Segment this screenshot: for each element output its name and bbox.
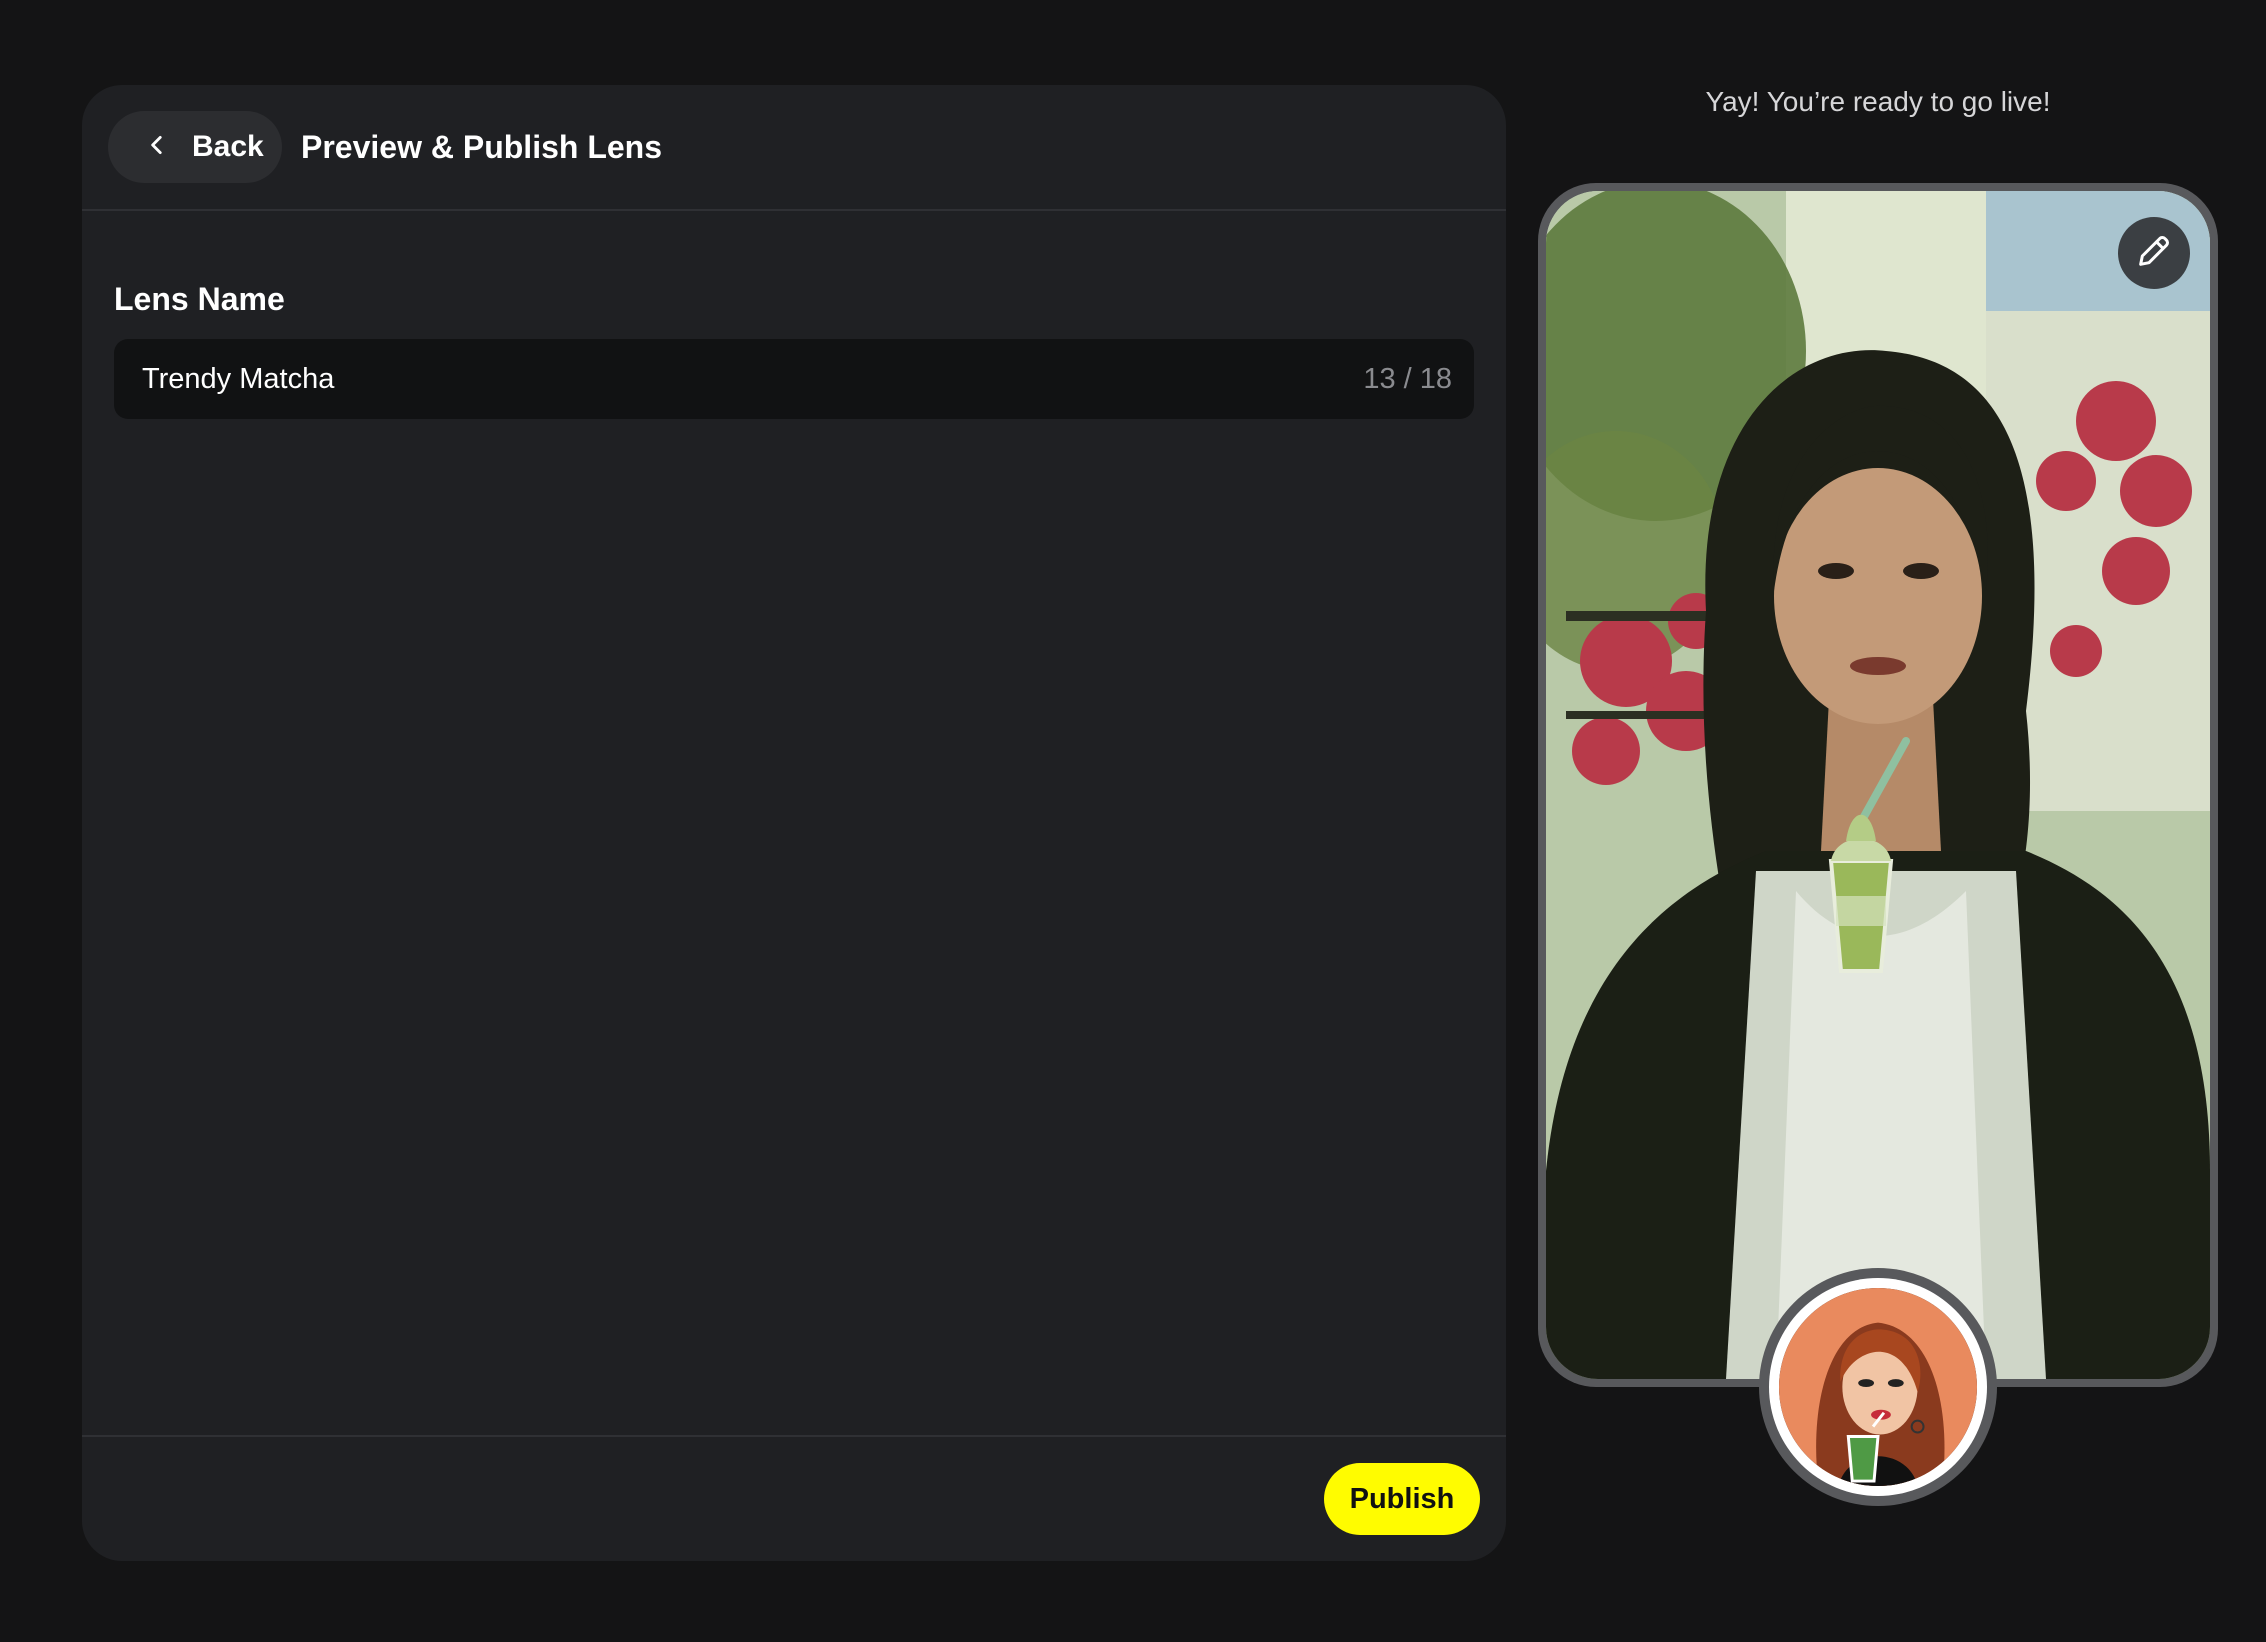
char-counter: 13 / 18: [1363, 362, 1452, 395]
back-button-label: Back: [192, 130, 264, 163]
preview-photo: [1546, 191, 2210, 1379]
lens-preview-frame: [1538, 183, 2218, 1387]
publish-panel: Back Preview & Publish Lens Lens Name 13…: [82, 85, 1506, 1561]
edit-preview-button[interactable]: [2118, 217, 2190, 289]
chevron-left-icon: [144, 132, 170, 163]
lens-name-field[interactable]: 13 / 18: [114, 339, 1474, 419]
lens-preview-screen: [1546, 191, 2210, 1379]
pencil-icon: [2134, 231, 2174, 276]
back-button[interactable]: Back: [108, 111, 282, 183]
panel-header: Back Preview & Publish Lens: [82, 85, 1506, 211]
publish-button[interactable]: Publish: [1324, 1463, 1480, 1535]
ready-status-text: Yay! You’re ready to go live!: [1705, 86, 2051, 117]
page-title: Preview & Publish Lens: [301, 129, 662, 165]
lens-icon-image: [1779, 1288, 1977, 1486]
lens-name-label: Lens Name: [114, 281, 285, 317]
lens-icon-avatar: [1759, 1268, 1997, 1506]
panel-footer: Publish: [82, 1435, 1506, 1561]
lens-name-input[interactable]: [142, 362, 1364, 396]
